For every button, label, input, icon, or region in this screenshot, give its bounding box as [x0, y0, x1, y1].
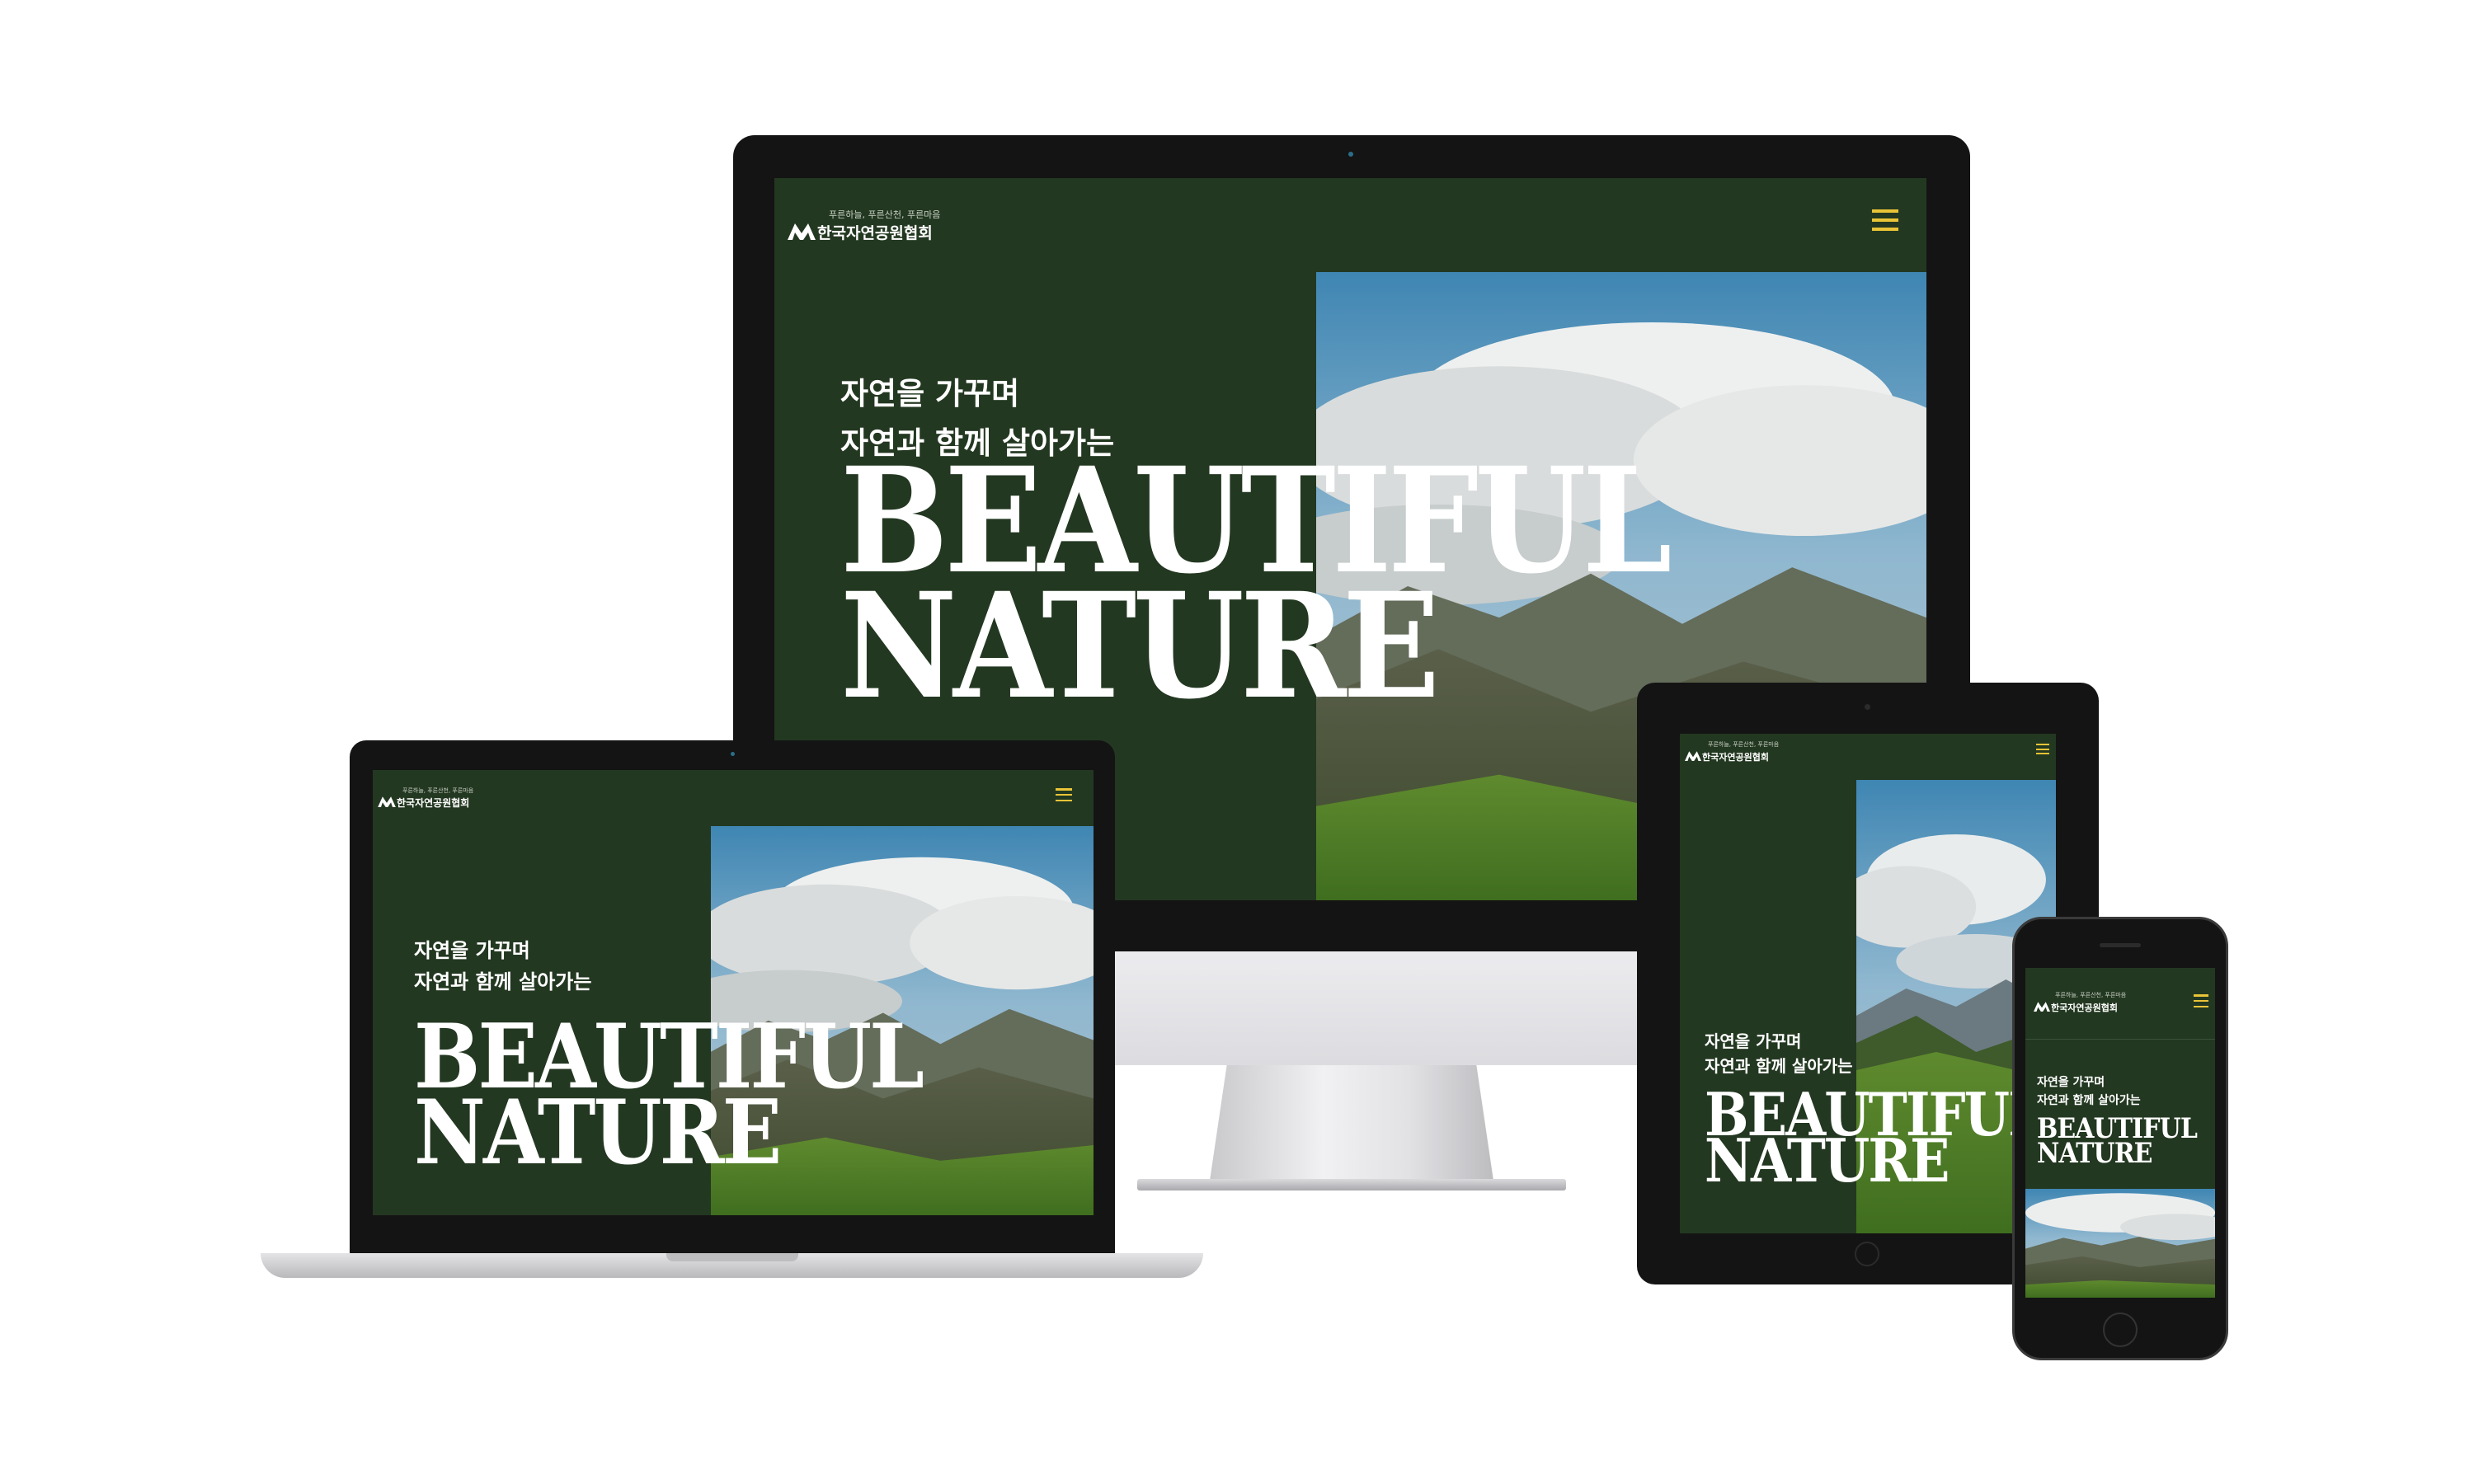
logo-tagline: 푸른하늘, 푸른산천, 푸른마음 — [2055, 992, 2127, 998]
logo[interactable]: 푸른하늘, 푸른산천, 푸른마음 한국자연공원협회 — [788, 208, 940, 243]
hero-subtitle-line-2: 자연과 함께 살아가는 — [414, 970, 592, 993]
hero-headline: BEAUTIFUL NATURE — [840, 448, 1672, 719]
monitor-camera — [1348, 152, 1353, 157]
phone-screen: 푸른하늘, 푸른산천, 푸른마음 한국자연공원협회 자연을 가꾸며 자연과 함께… — [2025, 968, 2215, 1298]
hero-subtitle-line-2: 자연과 함께 살아가는 — [2037, 1094, 2141, 1107]
logo-mountain-icon — [1685, 749, 1701, 764]
hamburger-menu-icon[interactable] — [2194, 994, 2208, 1007]
laptop: 푸른하늘, 푸른산천, 푸른마음 한국자연공원협회 자연을 가꾸며 자연과 함께… — [261, 740, 1203, 1284]
monitor-stand — [1210, 1065, 1493, 1181]
hero-headline: BEAUTIFUL NATURE — [2037, 1115, 2198, 1167]
hero-subtitle-line-1: 자연을 가꾸며 — [2037, 1076, 2105, 1089]
hamburger-menu-icon[interactable] — [2036, 744, 2049, 754]
hero-subtitle-line-1: 자연을 가꾸며 — [840, 376, 1020, 411]
tablet-screen: 푸른하늘, 푸른산천, 푸른마음 한국자연공원협회 자연을 가꾸며 자연과 함께… — [1680, 734, 2056, 1233]
hero-subtitle: 자연을 가꾸며 자연과 함께 살아가는 — [1705, 1029, 1853, 1078]
hamburger-menu-icon[interactable] — [1056, 788, 1072, 801]
hero-landscape-image — [2025, 1189, 2215, 1298]
hero-subtitle: 자연을 가꾸며 자연과 함께 살아가는 — [2037, 1073, 2141, 1110]
hero-headline: BEAUTIFUL NATURE — [414, 1012, 924, 1177]
logo-tagline: 푸른하늘, 푸른산천, 푸른마음 — [1708, 741, 1780, 748]
hero-subtitle-line-2: 자연과 함께 살아가는 — [1705, 1056, 1853, 1076]
logo[interactable]: 푸른하늘, 푸른산천, 푸른마음 한국자연공원협회 — [2034, 991, 2126, 1015]
phone-speaker — [2100, 943, 2141, 947]
logo-name: 한국자연공원협회 — [1702, 751, 1769, 763]
logo-name: 한국자연공원협회 — [397, 797, 470, 809]
hamburger-menu-icon[interactable] — [1872, 209, 1898, 231]
laptop-camera — [731, 752, 735, 756]
logo-mountain-icon — [378, 795, 396, 810]
logo-mountain-icon — [2034, 999, 2050, 1015]
logo-name: 한국자연공원협회 — [817, 224, 933, 242]
logo-name: 한국자연공원협회 — [2051, 1002, 2118, 1013]
logo-mountain-icon — [788, 222, 816, 243]
hero-subtitle: 자연을 가꾸며 자연과 함께 살아가는 — [414, 935, 591, 998]
laptop-notch — [666, 1253, 798, 1261]
logo-tagline: 푸른하늘, 푸른산천, 푸른마음 — [829, 209, 941, 220]
header-divider — [2025, 1039, 2215, 1040]
tablet-home-button[interactable] — [1855, 1242, 1879, 1266]
tablet-camera — [1865, 704, 1870, 710]
hero-subtitle-line-1: 자연을 가꾸며 — [414, 939, 530, 962]
logo[interactable]: 푸른하늘, 푸른산천, 푸른마음 한국자연공원협회 — [1685, 740, 1779, 764]
phone: 푸른하늘, 푸른산천, 푸른마음 한국자연공원협회 자연을 가꾸며 자연과 함께… — [2012, 917, 2228, 1360]
logo[interactable]: 푸른하늘, 푸른산천, 푸른마음 한국자연공원협회 — [378, 787, 473, 810]
logo-tagline: 푸른하늘, 푸른산천, 푸른마음 — [402, 787, 474, 794]
laptop-screen: 푸른하늘, 푸른산천, 푸른마음 한국자연공원협회 자연을 가꾸며 자연과 함께… — [373, 770, 1094, 1215]
phone-home-button[interactable] — [2103, 1313, 2138, 1347]
hero-subtitle-line-1: 자연을 가꾸며 — [1705, 1031, 1802, 1051]
hero-headline: BEAUTIFUL NATURE — [1705, 1085, 2045, 1190]
